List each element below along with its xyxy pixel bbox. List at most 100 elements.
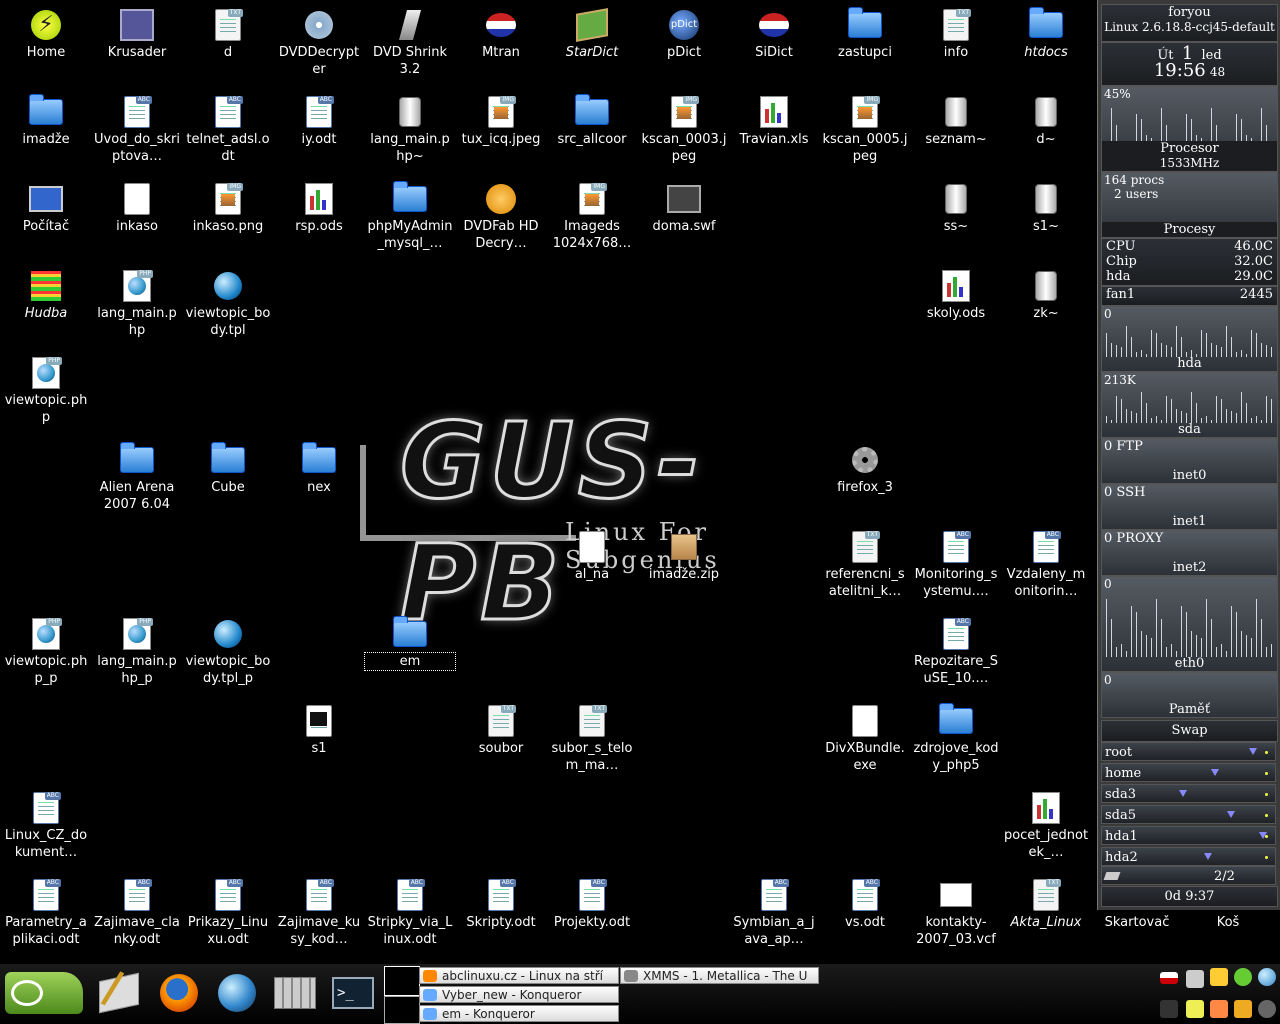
desktop-icon[interactable]: SiDict — [729, 8, 819, 61]
desktop-icon[interactable]: ABC Linux_CZ_dokument… — [1, 791, 91, 861]
monitor-tray-icon[interactable] — [1160, 1000, 1178, 1018]
desktop-icon[interactable]: ABC Monitoring_systemu.… — [911, 530, 1001, 600]
desktop-icon[interactable]: s1 — [274, 704, 364, 757]
desktop-icon[interactable]: ABC Zajimave_kusy_kod… — [274, 878, 364, 948]
desktop-icon[interactable]: Mtran — [456, 8, 546, 61]
desktop-icon[interactable]: phpMyAdmin_mysql_… — [365, 181, 455, 252]
notes-icon[interactable] — [1186, 1000, 1204, 1018]
desktop-icon[interactable]: Travian.xls — [729, 95, 819, 148]
desktop-icon[interactable]: imadže.zip — [639, 530, 729, 583]
desktop-icon[interactable]: src_allcoor — [547, 94, 637, 148]
kwrite-button[interactable] — [96, 970, 142, 1016]
desktop-icon[interactable]: ABC iy.odt — [274, 95, 364, 148]
odt-document-icon: ABC — [211, 878, 245, 912]
desktop-icon[interactable]: ⚡ Home — [1, 8, 91, 61]
calculator-button[interactable] — [272, 970, 318, 1016]
desktop-icon[interactable]: zk~ — [1001, 269, 1091, 322]
desktop-icon[interactable]: Cube — [183, 442, 273, 496]
taskbar-task[interactable]: XMMS - 1. Metallica - The U — [620, 967, 819, 984]
konsole-button[interactable]: >_ — [330, 970, 376, 1016]
desktop-icon[interactable]: IMG inkaso.png — [183, 182, 273, 235]
desktop-icon[interactable]: inkaso — [92, 182, 182, 235]
desktop-icon[interactable]: viewtopic_body.tpl — [183, 269, 273, 339]
pager-desktop-1[interactable] — [384, 966, 420, 996]
desktop-icon[interactable]: zastupci — [820, 7, 910, 61]
firefox-button[interactable] — [156, 970, 202, 1016]
graph-spike — [1226, 326, 1227, 357]
desktop-icon[interactable]: kontakty-2007_03.vcf — [911, 878, 1001, 948]
desktop-icon[interactable]: Alien Arena 2007 6.04 — [92, 442, 182, 513]
desktop-icon[interactable]: ABC telnet_adsl.odt — [183, 95, 273, 165]
desktop-icon[interactable]: seznam~ — [911, 95, 1001, 148]
desktop-icon[interactable]: ABC Stripky_via_Linux.odt — [365, 878, 455, 948]
desktop-icon[interactable]: rsp.ods — [274, 182, 364, 235]
desktop-icon[interactable]: ABC Parametry_aplikaci.odt — [1, 878, 91, 948]
desktop-icon[interactable]: d~ — [1001, 95, 1091, 148]
desktop-icon[interactable]: TXT Akta_Linux — [1001, 878, 1091, 931]
tools-icon[interactable] — [1210, 1000, 1228, 1018]
desktop-icon[interactable]: ABC Prikazy_Linuxu.odt — [183, 878, 273, 948]
desktop-icon[interactable]: TXT subor_s_telom_ma… — [547, 704, 637, 774]
desktop-icon[interactable]: viewtopic_body.tpl_p — [183, 617, 273, 687]
desktop-icon[interactable]: imadže — [1, 94, 91, 148]
desktop-icon[interactable]: PHP viewtopic.php_p — [1, 617, 91, 687]
desktop-icon[interactable]: htdocs — [1001, 7, 1091, 61]
desktop-icon[interactable]: skoly.ods — [911, 269, 1001, 322]
suse-menu-button[interactable] — [2, 970, 86, 1016]
desktop-icon[interactable]: DVD Shrink 3.2 — [365, 8, 455, 78]
keyboard-layout-icon[interactable] — [1160, 972, 1178, 984]
desktop-icon[interactable]: em — [364, 616, 456, 671]
desktop-icon[interactable]: PHP lang_main.php — [92, 269, 182, 339]
desktop-icon[interactable]: al_na — [547, 530, 637, 583]
konqueror-button[interactable] — [214, 970, 260, 1016]
desktop-icon[interactable]: ABC vs.odt — [820, 878, 910, 931]
mount-name: home — [1105, 766, 1142, 781]
desktop-icon[interactable]: IMG tux_icq.jpeg — [456, 95, 546, 148]
desktop-icon[interactable]: ABC Symbian_a_java_ap… — [729, 878, 819, 948]
pager-desktop-2[interactable] — [384, 996, 420, 1024]
desktop-icon[interactable]: s1~ — [1001, 182, 1091, 235]
desktop-icon[interactable]: Krusader — [92, 8, 182, 61]
desktop-icon[interactable]: StarDict — [547, 8, 637, 61]
desktop-icon[interactable]: doma.swf — [639, 182, 729, 235]
desktop-icon[interactable]: Počítač — [1, 182, 91, 235]
desktop-icon[interactable]: ABC Repozitare_SuSE_10.… — [911, 617, 1001, 687]
update-icon[interactable] — [1234, 968, 1252, 986]
taskbar-task[interactable]: Vyber_new - Konqueror — [419, 986, 619, 1003]
desktop-icon[interactable]: DivXBundle.exe — [820, 704, 910, 774]
user-icon[interactable] — [1210, 968, 1228, 986]
desktop-icon[interactable]: ABC Projekty.odt — [547, 878, 637, 931]
desktop-icon[interactable]: DVDFab HD Decry… — [456, 182, 546, 252]
desktop-icon[interactable]: zdrojove_kody_php5 — [911, 703, 1001, 774]
desktop-icon[interactable]: DVDDecrypter — [274, 8, 364, 78]
desktop-icon[interactable]: pocet_jednotek_… — [1001, 791, 1091, 861]
desktop-icon[interactable]: pDict pDict — [639, 8, 729, 61]
desktop-icon[interactable]: ABC Skripty.odt — [456, 878, 546, 931]
desktop-icon[interactable]: TXT referencni_satelitni_k… — [820, 530, 910, 600]
desktop-icon[interactable]: ABC Vzdaleny_monitorin… — [1001, 530, 1091, 600]
desktop-icon[interactable]: lang_main.php~ — [365, 95, 455, 165]
desktop-icon[interactable]: TXT info — [911, 8, 1001, 61]
desktop-icon[interactable]: IMG kscan_0005.jpeg — [820, 95, 910, 165]
desktop-icon[interactable]: PHP lang_main.php_p — [92, 617, 182, 687]
ftp-value: 0 FTP — [1104, 439, 1143, 454]
desktop-icon[interactable]: IMG kscan_0003.jpeg — [639, 95, 729, 165]
desktop-icon[interactable]: ABC Uvod_do_skriptova… — [92, 95, 182, 165]
sensor-row: CPU 46.0C — [1102, 239, 1277, 254]
lock-icon[interactable] — [1234, 1000, 1252, 1018]
desktop-icon[interactable]: Hudba — [1, 269, 91, 322]
desktop-icon[interactable]: ABC Zajimave_clanky.odt — [92, 878, 182, 948]
desktop[interactable]: GUS-PB Linux For Subgenius ⚡ Home Krusader… — [0, 0, 1240, 964]
desktop-icon[interactable]: firefox_3 — [820, 443, 910, 496]
desktop-icon[interactable]: TXT d — [183, 8, 273, 61]
network-icon[interactable] — [1186, 970, 1204, 988]
desktop-icon[interactable]: PHP viewtopic.php — [1, 356, 91, 426]
desktop-icon[interactable]: ss~ — [911, 182, 1001, 235]
desktop-icon[interactable]: TXT soubor — [456, 704, 546, 757]
taskbar-task[interactable]: abclinuxu.cz - Linux na stří — [419, 967, 619, 984]
taskbar-task[interactable]: em - Konqueror — [419, 1005, 619, 1022]
globe-tray-icon[interactable] — [1258, 968, 1276, 986]
desktop-icon[interactable]: IMG Imageds 1024x768… — [547, 182, 637, 252]
bluetooth-icon[interactable] — [1258, 1000, 1276, 1018]
desktop-icon[interactable]: nex — [274, 442, 364, 496]
